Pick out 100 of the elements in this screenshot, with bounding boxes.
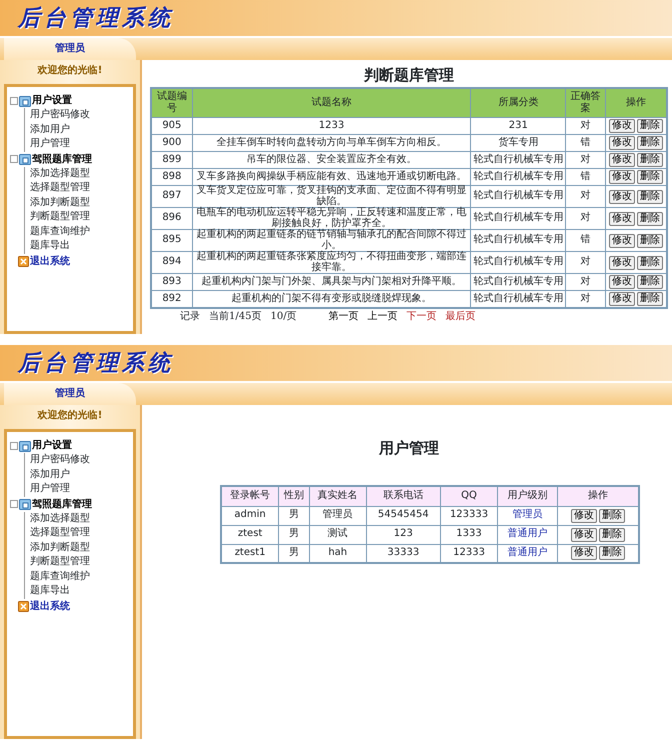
table-cell: 全挂车倒车时转向盘转动方向与单车倒车方向相反。: [192, 134, 471, 152]
expand-toggle-icon[interactable]: [10, 500, 18, 508]
menu-link[interactable]: 判断题型管理: [30, 210, 131, 224]
menu-link[interactable]: 题库查询维护: [30, 224, 131, 239]
delete-button[interactable]: 删除: [598, 508, 625, 522]
table-cell: 896: [151, 208, 192, 230]
welcome-text: 欢迎您的光临!: [36, 63, 104, 78]
pager-link[interactable]: 下一页: [406, 310, 437, 322]
column-header: 试题名称: [192, 88, 471, 118]
exit-icon: [18, 600, 29, 612]
table-cell: 轮式自行机械车专用: [470, 230, 566, 252]
edit-button[interactable]: 修改: [608, 119, 635, 133]
edit-button[interactable]: 修改: [608, 275, 635, 289]
menu-link[interactable]: 添加选择题型: [30, 512, 131, 526]
welcome-text: 欢迎您的光临!: [36, 408, 104, 423]
menu-link[interactable]: 题库查询维护: [30, 570, 131, 584]
menu-group-title[interactable]: 驾照题库管理: [32, 496, 92, 512]
pager-info: 10/页: [270, 310, 297, 322]
menu-link[interactable]: 选择题型管理: [30, 181, 131, 196]
table-cell: 管理员: [498, 506, 558, 525]
table-cell: 轮式自行机械车专用: [470, 290, 566, 308]
column-header: 登录帐号: [221, 486, 279, 506]
table-cell: 叉车多路换向阀操纵手柄应能有效、迅速地开通或切断电路。: [192, 168, 471, 186]
menu-link[interactable]: 添加用户: [30, 468, 131, 482]
column-header: 试题编号: [151, 88, 192, 118]
menu-link[interactable]: 题库导出: [30, 584, 131, 598]
exit-link[interactable]: 退出系统: [30, 598, 70, 614]
column-header: QQ: [440, 486, 498, 506]
delete-button[interactable]: 删除: [636, 190, 663, 204]
exit-icon: [18, 256, 29, 266]
table-cell: 对: [566, 208, 606, 230]
menu-link[interactable]: 用户管理: [30, 137, 131, 152]
menu-link[interactable]: 用户密码修改: [30, 108, 131, 122]
delete-button[interactable]: 删除: [636, 292, 663, 306]
delete-button[interactable]: 删除: [598, 546, 625, 560]
edit-button[interactable]: 修改: [608, 292, 635, 306]
menu-link[interactable]: 题库导出: [30, 239, 131, 254]
edit-button[interactable]: 修改: [608, 234, 635, 248]
expand-toggle-icon[interactable]: [10, 96, 18, 104]
delete-button[interactable]: 删除: [636, 136, 663, 150]
menu-link[interactable]: 用户管理: [30, 482, 131, 496]
edit-button[interactable]: 修改: [608, 256, 635, 270]
table-cell: 男: [278, 525, 310, 544]
exit-link[interactable]: 退出系统: [30, 254, 70, 268]
table-cell: 对: [566, 152, 606, 168]
menu-link[interactable]: 添加用户: [30, 122, 131, 137]
page-title: 判断题库管理: [362, 66, 455, 84]
folder-icon: [19, 440, 31, 452]
table-cell: 899: [151, 152, 192, 168]
delete-button[interactable]: 删除: [636, 256, 663, 270]
edit-button[interactable]: 修改: [608, 190, 635, 204]
edit-button[interactable]: 修改: [608, 170, 635, 184]
delete-button[interactable]: 删除: [636, 234, 663, 248]
delete-button[interactable]: 删除: [636, 212, 663, 226]
table-cell: 905: [151, 118, 192, 134]
expand-toggle-icon[interactable]: [10, 442, 18, 450]
edit-button[interactable]: 修改: [608, 136, 635, 150]
table-cell: 轮式自行机械车专用: [470, 208, 566, 230]
menu-group-title[interactable]: 用户设置: [32, 93, 72, 108]
pager-link[interactable]: 最后页: [446, 310, 476, 322]
column-header: 所属分类: [470, 88, 566, 118]
delete-button[interactable]: 删除: [636, 170, 663, 184]
table-cell: 货车专用: [470, 134, 566, 152]
table-cell: ztest: [221, 525, 279, 544]
table-cell: 吊车的限位器、安全装置应齐全有效。: [192, 152, 471, 168]
table-cell: 轮式自行机械车专用: [470, 152, 566, 168]
menu-link[interactable]: 添加判断题型: [30, 540, 131, 555]
column-header: 真实姓名: [309, 486, 366, 506]
column-header: 性别: [278, 486, 310, 506]
menu-group-title[interactable]: 驾照题库管理: [32, 152, 92, 166]
table-cell: 轮式自行机械车专用: [470, 252, 566, 274]
menu-link[interactable]: 选择题型管理: [30, 526, 131, 540]
edit-button[interactable]: 修改: [570, 508, 597, 522]
table-cell: 对: [566, 252, 606, 274]
menu-link[interactable]: 添加选择题型: [30, 166, 131, 181]
edit-button[interactable]: 修改: [608, 212, 635, 226]
table-cell: 管理员: [309, 506, 366, 525]
column-header: 用户级别: [498, 486, 558, 506]
menu-link[interactable]: 用户密码修改: [30, 453, 131, 468]
menu-link[interactable]: 添加判断题型: [30, 196, 131, 210]
table-cell: 错: [566, 134, 606, 152]
menu-group-title[interactable]: 用户设置: [32, 438, 72, 453]
table-cell: 普通用户: [498, 525, 558, 544]
delete-button[interactable]: 删除: [636, 275, 663, 289]
folder-icon: [19, 94, 31, 106]
menu-link[interactable]: 判断题型管理: [30, 555, 131, 570]
table-cell: 123: [366, 525, 440, 544]
delete-button[interactable]: 删除: [598, 528, 625, 542]
edit-button[interactable]: 修改: [570, 528, 597, 542]
table-cell: 1333: [440, 525, 498, 544]
column-header: 联系电话: [366, 486, 440, 506]
column-header: 正确答案: [566, 88, 606, 118]
pager-info: 当前1/45页: [209, 310, 262, 322]
table-cell: 轮式自行机械车专用: [470, 274, 566, 290]
edit-button[interactable]: 修改: [608, 153, 635, 167]
edit-button[interactable]: 修改: [570, 546, 597, 560]
delete-button[interactable]: 删除: [636, 153, 663, 167]
delete-button[interactable]: 删除: [636, 119, 663, 133]
table-cell: 231: [470, 118, 566, 134]
expand-toggle-icon[interactable]: [10, 155, 18, 163]
